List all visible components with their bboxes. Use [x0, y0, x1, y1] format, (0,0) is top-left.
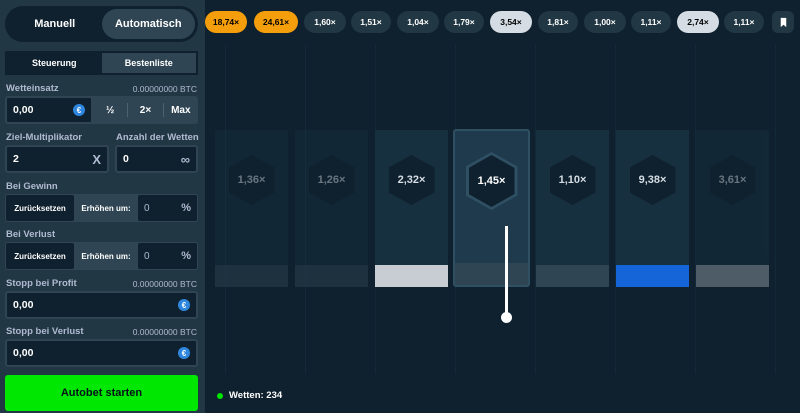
- bet-amount-btc: 0.00000000 BTC: [132, 84, 197, 94]
- on-win-label: Bei Gewinn: [6, 181, 58, 192]
- hex-badge: 1,45×: [465, 152, 518, 210]
- result-card: 1,26×: [295, 130, 368, 287]
- mode-toggle: Manuell Automatisch: [5, 6, 198, 42]
- history-pill[interactable]: 1,51×: [351, 11, 391, 33]
- hex-badge: 9,38×: [629, 155, 676, 205]
- card-multiplier: 2,32×: [397, 174, 426, 186]
- stop-loss-label: Stopp bei Verlust: [6, 326, 84, 337]
- bookmark-icon-svg: [780, 17, 786, 27]
- result-card: 3,61×: [696, 130, 769, 287]
- history-pill[interactable]: 1,11×: [631, 11, 671, 33]
- hex-badge: 3,61×: [709, 155, 756, 205]
- subtabs: Steuerung Bestenliste: [5, 51, 198, 75]
- result-card-active: 1,45×: [453, 129, 530, 287]
- manual-mode-button[interactable]: Manuell: [8, 9, 102, 39]
- hex-badge: 2,32×: [388, 155, 435, 205]
- on-win-reset-button[interactable]: Zurücksetzen: [6, 195, 74, 221]
- bet-count-value: 0: [123, 153, 129, 165]
- live-dot-icon: [217, 392, 223, 399]
- history-pill[interactable]: 1,81×: [538, 11, 578, 33]
- on-loss-label: Bei Verlust: [6, 229, 56, 240]
- history-pill[interactable]: 1,60×: [304, 11, 346, 33]
- result-card: 1,36×: [215, 130, 288, 287]
- max-bet-button[interactable]: Max: [164, 96, 198, 124]
- card-multiplier: 9,38×: [638, 174, 667, 186]
- percent-icon: %: [181, 202, 191, 214]
- game-area: 1,36× 1,26× 2,32× 1,45× 1,10× 9,38× 3,61…: [205, 44, 800, 413]
- result-card: 2,32×: [375, 130, 448, 287]
- needle-knob: [501, 312, 512, 323]
- start-autobet-button[interactable]: Autobet starten: [5, 375, 198, 411]
- euro-coin-icon: €: [178, 299, 190, 311]
- bet-count-input[interactable]: 0 ∞: [115, 145, 198, 173]
- tab-leaderboard[interactable]: Bestenliste: [101, 53, 196, 73]
- on-loss-row: Zurücksetzen Erhöhen um: 0 %: [5, 242, 198, 270]
- card-multiplier: 1,36×: [237, 174, 266, 186]
- history-pill[interactable]: 1,11×: [724, 11, 764, 33]
- bookmark-icon[interactable]: [772, 11, 794, 33]
- auto-mode-button[interactable]: Automatisch: [101, 9, 195, 39]
- history-pill[interactable]: 2,74×: [677, 11, 719, 33]
- on-win-row: Zurücksetzen Erhöhen um: 0 %: [5, 194, 198, 222]
- card-bar: [696, 265, 769, 287]
- card-multiplier: 3,61×: [718, 174, 747, 186]
- target-multiplier-label: Ziel-Multiplikator: [6, 132, 82, 143]
- bet-count-label: Anzahl der Wetten: [116, 132, 199, 143]
- on-win-percent-input[interactable]: 0 %: [138, 195, 197, 221]
- sidebar: Manuell Automatisch Steuerung Bestenlist…: [0, 0, 205, 413]
- card-bar: [536, 265, 609, 287]
- on-win-percent-value: 0: [144, 202, 150, 214]
- hex-inner: 1,45×: [468, 155, 515, 207]
- bets-count-text: Wetten: 234: [229, 390, 283, 401]
- stop-profit-btc: 0.00000000 BTC: [132, 279, 197, 289]
- bet-amount-label: Wetteinsatz: [6, 83, 59, 94]
- on-loss-increase-button[interactable]: Erhöhen um:: [74, 252, 138, 261]
- on-win-increase-button[interactable]: Erhöhen um:: [74, 204, 138, 213]
- hex-badge: 1,26×: [308, 155, 355, 205]
- on-loss-percent-value: 0: [144, 250, 150, 262]
- stripe: [775, 44, 776, 374]
- card-multiplier: 1,45×: [477, 175, 506, 187]
- card-bar: [455, 263, 528, 285]
- stop-profit-value: 0,00: [13, 299, 34, 311]
- bet-amount-row: 0,00 € ½ 2× Max: [5, 96, 198, 124]
- card-bar: [295, 265, 368, 287]
- tab-controls[interactable]: Steuerung: [7, 53, 102, 73]
- result-card: 9,38×: [616, 130, 689, 287]
- history-pill[interactable]: 1,04×: [397, 11, 439, 33]
- bets-status: Wetten: 234: [217, 390, 282, 401]
- stop-loss-value: 0,00: [13, 347, 34, 359]
- stop-profit-label: Stopp bei Profit: [6, 278, 77, 289]
- history-pill[interactable]: 24,61×: [254, 11, 298, 33]
- euro-coin-icon: €: [178, 347, 190, 359]
- card-bar: [375, 265, 448, 287]
- stop-loss-btc: 0.00000000 BTC: [132, 327, 197, 337]
- history-pill[interactable]: 1,00×: [584, 11, 626, 33]
- history-pill[interactable]: 3,54×: [490, 11, 532, 33]
- card-bar: [215, 265, 288, 287]
- double-bet-button[interactable]: 2×: [128, 96, 162, 124]
- target-multiplier-value: 2: [13, 153, 19, 165]
- result-needle: [505, 226, 508, 316]
- stop-loss-input[interactable]: 0,00 €: [5, 339, 198, 367]
- history-pill[interactable]: 1,79×: [444, 11, 484, 33]
- bet-amount-input[interactable]: 0,00 €: [5, 96, 93, 124]
- percent-icon: %: [181, 250, 191, 262]
- card-multiplier: 1,10×: [558, 174, 587, 186]
- on-loss-reset-button[interactable]: Zurücksetzen: [6, 243, 74, 269]
- bet-amount-value: 0,00: [13, 104, 34, 116]
- hex-badge: 1,10×: [549, 155, 596, 205]
- card-multiplier: 1,26×: [317, 174, 346, 186]
- stop-profit-input[interactable]: 0,00 €: [5, 291, 198, 319]
- hex-badge: 1,36×: [228, 155, 275, 205]
- history-pill[interactable]: 18,74×: [205, 11, 247, 33]
- half-bet-button[interactable]: ½: [93, 96, 127, 124]
- result-card: 1,10×: [536, 130, 609, 287]
- on-loss-percent-input[interactable]: 0 %: [138, 243, 197, 269]
- infinity-icon[interactable]: ∞: [181, 152, 190, 167]
- target-multiplier-input[interactable]: 2 X: [5, 145, 109, 173]
- x-icon: X: [92, 151, 101, 167]
- card-bar: [616, 265, 689, 287]
- euro-coin-icon: €: [73, 104, 85, 116]
